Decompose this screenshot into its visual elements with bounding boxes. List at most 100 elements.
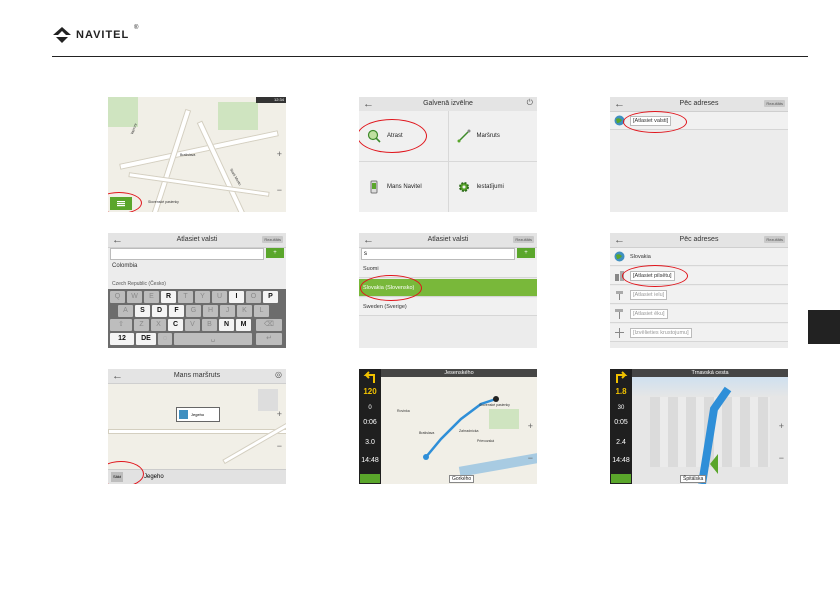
space-key[interactable]: ␣ (174, 333, 252, 345)
key[interactable]: R (161, 291, 176, 303)
highlight-ring (360, 275, 422, 301)
key[interactable]: P (263, 291, 278, 303)
menu-item-mans-navitel[interactable]: Mans Navitel (359, 162, 448, 212)
key[interactable]: O (246, 291, 261, 303)
menu-button[interactable] (360, 474, 380, 483)
gear-icon (458, 182, 469, 192)
list-item[interactable]: Colombia (112, 263, 137, 269)
road (119, 130, 279, 170)
zoom-in-icon[interactable]: + (277, 149, 282, 159)
backspace-key[interactable]: ⌫ (256, 319, 282, 331)
result-button[interactable]: Rezultāts (513, 236, 534, 243)
key[interactable]: X (151, 319, 166, 331)
search-input[interactable] (110, 248, 264, 260)
key[interactable]: C (168, 319, 183, 331)
map-label: Slovenské pasienky (479, 403, 510, 407)
key[interactable]: B (202, 319, 217, 331)
screen-title: Mans maršruts (173, 372, 221, 379)
distance-value: 0 (368, 405, 372, 411)
current-street: Špitálska (680, 475, 707, 483)
zoom-in-icon[interactable]: + (528, 421, 533, 431)
zoom-in-icon[interactable]: + (277, 409, 282, 419)
highlight-ring (623, 111, 687, 133)
menu-button[interactable] (611, 474, 631, 483)
building (258, 389, 278, 411)
key[interactable]: E (144, 291, 159, 303)
globe-key[interactable]: ◌ (158, 333, 172, 345)
screenshot-my-route: ← Mans maršruts ◎ Jegeho + − Sākt Jegeho (108, 369, 286, 484)
globe-icon (614, 251, 625, 262)
power-icon[interactable]: ⏻ (527, 98, 533, 108)
key[interactable]: L (254, 305, 269, 317)
search-input[interactable]: s (361, 248, 515, 260)
nav-info-panel: 120 0 0:06 3.0 14:48 (359, 369, 381, 484)
key[interactable]: K (237, 305, 252, 317)
menu-item-iestatijumi[interactable]: Iestatījumi (448, 162, 537, 212)
zoom-in-icon[interactable]: + (779, 421, 784, 431)
next-street-bar: Jesenského (381, 369, 537, 377)
screenshot-map-menu: Bratislava Vajnory Slovenské pasienky St… (108, 97, 286, 212)
side-tab (808, 310, 840, 344)
location-popup[interactable]: Jegeho (176, 407, 220, 422)
key[interactable]: Y (195, 291, 210, 303)
screen-title: Galvenā izvēlne (423, 100, 473, 107)
key[interactable]: F (169, 305, 184, 317)
key[interactable]: J (220, 305, 235, 317)
page-header: NAVITEL ® (52, 22, 812, 52)
list-item[interactable]: Czech Republic (Česko) (112, 281, 166, 287)
menu-item-marsruts[interactable]: Maršruts (448, 111, 537, 161)
key[interactable]: H (203, 305, 218, 317)
enter-key[interactable]: ↵ (256, 333, 282, 345)
key[interactable]: DE (136, 333, 156, 345)
title-bar: ← Atlasiet valsti Rezultāts (359, 233, 537, 248)
zoom-out-icon[interactable]: − (277, 185, 282, 195)
zoom-out-icon[interactable]: − (779, 453, 784, 463)
speed-value: 120 (363, 387, 377, 396)
key[interactable]: M (236, 319, 251, 331)
road (108, 429, 286, 434)
screen-title: Atlasiet valsti (427, 236, 469, 243)
popup-label: Jegeho (191, 412, 205, 417)
key[interactable]: W (127, 291, 142, 303)
screenshot-main-menu: ← Galvenā izvēlne ⏻ Atrast Maršruts Mans… (359, 97, 537, 212)
confirm-button[interactable]: + (517, 248, 535, 258)
key[interactable]: I (229, 291, 244, 303)
result-button[interactable]: Rezultāts (764, 100, 785, 107)
menu-item-label: Mans Navitel (387, 184, 422, 190)
country-row[interactable]: Slovakia (610, 248, 788, 266)
zoom-out-icon[interactable]: − (528, 453, 533, 463)
screen-title: Pēc adreses (679, 236, 719, 243)
key[interactable]: Z (134, 319, 149, 331)
destination-label: Jegeho (144, 474, 164, 480)
key[interactable]: G (186, 305, 201, 317)
title-bar: ← Pēc adreses Rezultāts (610, 233, 788, 248)
key[interactable]: 12 (110, 333, 134, 345)
key[interactable]: N (219, 319, 234, 331)
result-button[interactable]: Rezultāts (262, 236, 283, 243)
gps-icon: ◎ (275, 370, 282, 379)
highlight-ring (108, 461, 144, 484)
zoom-out-icon[interactable]: − (277, 441, 282, 451)
menu-item-label: Maršruts (476, 133, 500, 139)
key[interactable]: U (212, 291, 227, 303)
shift-key[interactable]: ⇧ (110, 319, 132, 331)
map-label: Rovinka (397, 409, 410, 413)
screenshot-select-country-keyboard: ← Atlasiet valsti Rezultāts + Colombia C… (108, 233, 286, 348)
crossroad-row: [Izvēlieties krustojumu] (610, 324, 788, 342)
key[interactable]: T (178, 291, 193, 303)
key[interactable]: A (118, 305, 133, 317)
crossroad-icon (615, 328, 624, 338)
map-label: Slovenské pasienky (148, 200, 179, 204)
key[interactable]: S (135, 305, 150, 317)
house-icon (179, 410, 188, 419)
title-bar: ← Atlasiet valsti Rezultāts (108, 233, 286, 248)
result-button[interactable]: Rezultāts (764, 236, 785, 243)
time-value: 0:06 (363, 419, 377, 426)
key[interactable]: Q (110, 291, 125, 303)
time-value: 0:05 (614, 419, 628, 426)
remaining-distance: 2.4 (616, 439, 626, 446)
key[interactable]: V (185, 319, 200, 331)
key[interactable]: D (152, 305, 167, 317)
highlight-ring (359, 119, 427, 153)
confirm-button[interactable]: + (266, 248, 284, 258)
